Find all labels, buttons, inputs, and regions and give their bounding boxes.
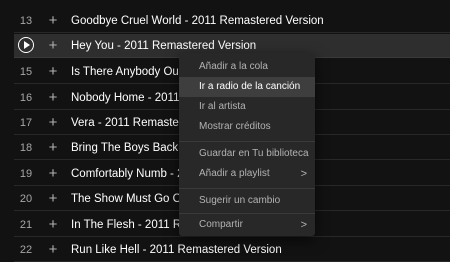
- menu-item-show-credits[interactable]: Mostrar créditos: [179, 117, 315, 137]
- add-to-library-icon[interactable]: +: [46, 238, 60, 262]
- menu-item-go-to-artist[interactable]: Ir al artista: [179, 97, 315, 117]
- menu-item-song-radio[interactable]: Ir a radio de la canción: [179, 77, 315, 97]
- chevron-right-icon: >: [300, 168, 307, 180]
- track-number: 20: [19, 193, 33, 205]
- track-row[interactable]: 22 + Run Like Hell - 2011 Remastered Ver…: [14, 238, 450, 262]
- add-to-library-icon[interactable]: +: [46, 111, 60, 135]
- menu-separator: [179, 188, 315, 189]
- track-number: 13: [19, 15, 33, 27]
- add-to-library-icon[interactable]: +: [46, 187, 60, 211]
- play-icon[interactable]: [18, 37, 34, 53]
- menu-item-label: Añadir a playlist: [199, 168, 270, 179]
- track-number: 15: [19, 66, 33, 78]
- menu-separator: [179, 213, 315, 214]
- add-to-library-icon[interactable]: +: [46, 162, 60, 186]
- menu-item-add-to-playlist[interactable]: Añadir a playlist >: [179, 164, 315, 184]
- add-to-library-icon[interactable]: +: [46, 86, 60, 110]
- track-number: 19: [19, 168, 33, 180]
- menu-item-save-to-library[interactable]: Guardar en Tu biblioteca: [179, 144, 315, 164]
- track-number: 17: [19, 117, 33, 129]
- add-to-library-icon[interactable]: +: [46, 9, 60, 33]
- menu-item-add-to-queue[interactable]: Añadir a la cola: [179, 57, 315, 77]
- menu-separator: [179, 141, 315, 142]
- track-title: Goodbye Cruel World - 2011 Remastered Ve…: [71, 15, 324, 27]
- track-number: 21: [19, 219, 33, 231]
- track-number: 22: [19, 244, 33, 256]
- add-to-library-icon[interactable]: +: [46, 60, 60, 84]
- menu-item-share[interactable]: Compartir >: [179, 215, 315, 235]
- menu-item-label: Compartir: [199, 219, 243, 230]
- chevron-right-icon: >: [300, 219, 307, 231]
- track-row[interactable]: 13 + Goodbye Cruel World - 2011 Remaster…: [14, 9, 450, 33]
- menu-item-suggest-change[interactable]: Sugerir un cambio: [179, 191, 315, 211]
- track-number: 16: [19, 92, 33, 104]
- add-to-library-icon[interactable]: +: [46, 213, 60, 237]
- track-title: Run Like Hell - 2011 Remastered Version: [71, 244, 282, 256]
- track-number: 18: [19, 142, 33, 154]
- add-to-library-icon[interactable]: +: [46, 34, 60, 58]
- add-to-library-icon[interactable]: +: [46, 136, 60, 160]
- context-menu: Añadir a la cola Ir a radio de la canció…: [179, 53, 315, 236]
